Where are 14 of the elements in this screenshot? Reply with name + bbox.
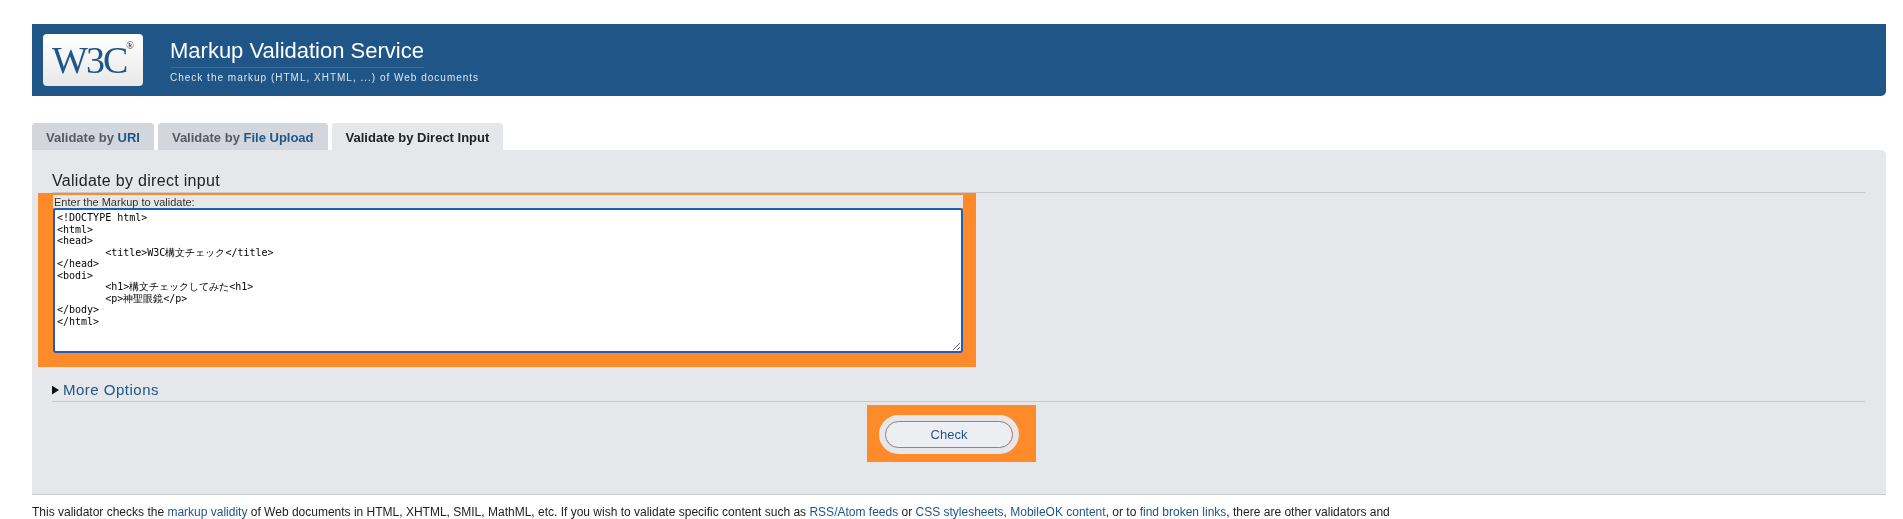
tab[interactable]: Validate by Direct Input [331,123,504,150]
more-options-link[interactable]: More Options [63,381,160,398]
link[interactable]: markup validity [167,505,248,519]
page-title: Markup Validation Service [170,37,424,68]
link[interactable]: CSS stylesheets [915,505,1004,519]
markup-input-field[interactable]: <!DOCTYPE html> <html> <head> <title>W3C構文チェック</title> </head> <bodi> <h1>構文チェックしてみた<h1> <p>神聖眼鏡</p> </body> </html> [53,208,963,353]
tab[interactable]: Validate by URI [32,123,154,150]
link[interactable]: MobileOK content [1010,505,1106,519]
field-label: Enter the Markup to validate: [53,195,963,208]
page-subtitle: Check the markup (HTML, XHTML, ...) of Web documents [170,72,480,83]
tab[interactable]: Validate by File Upload [157,123,328,150]
intro-paragraph: This validator checks the markup validity of Web documents in HTML, XHTML, SMIL, MathML, etc. If you wish to validate specific content such as RSS/Atom feeds or CSS stylesheets, MobileOK content, or to find broken links, there are other validators and [32,505,1391,519]
link[interactable]: RSS/Atom feeds [809,505,899,519]
w3c-logo[interactable]: W3C$^{®}$ [43,34,143,86]
